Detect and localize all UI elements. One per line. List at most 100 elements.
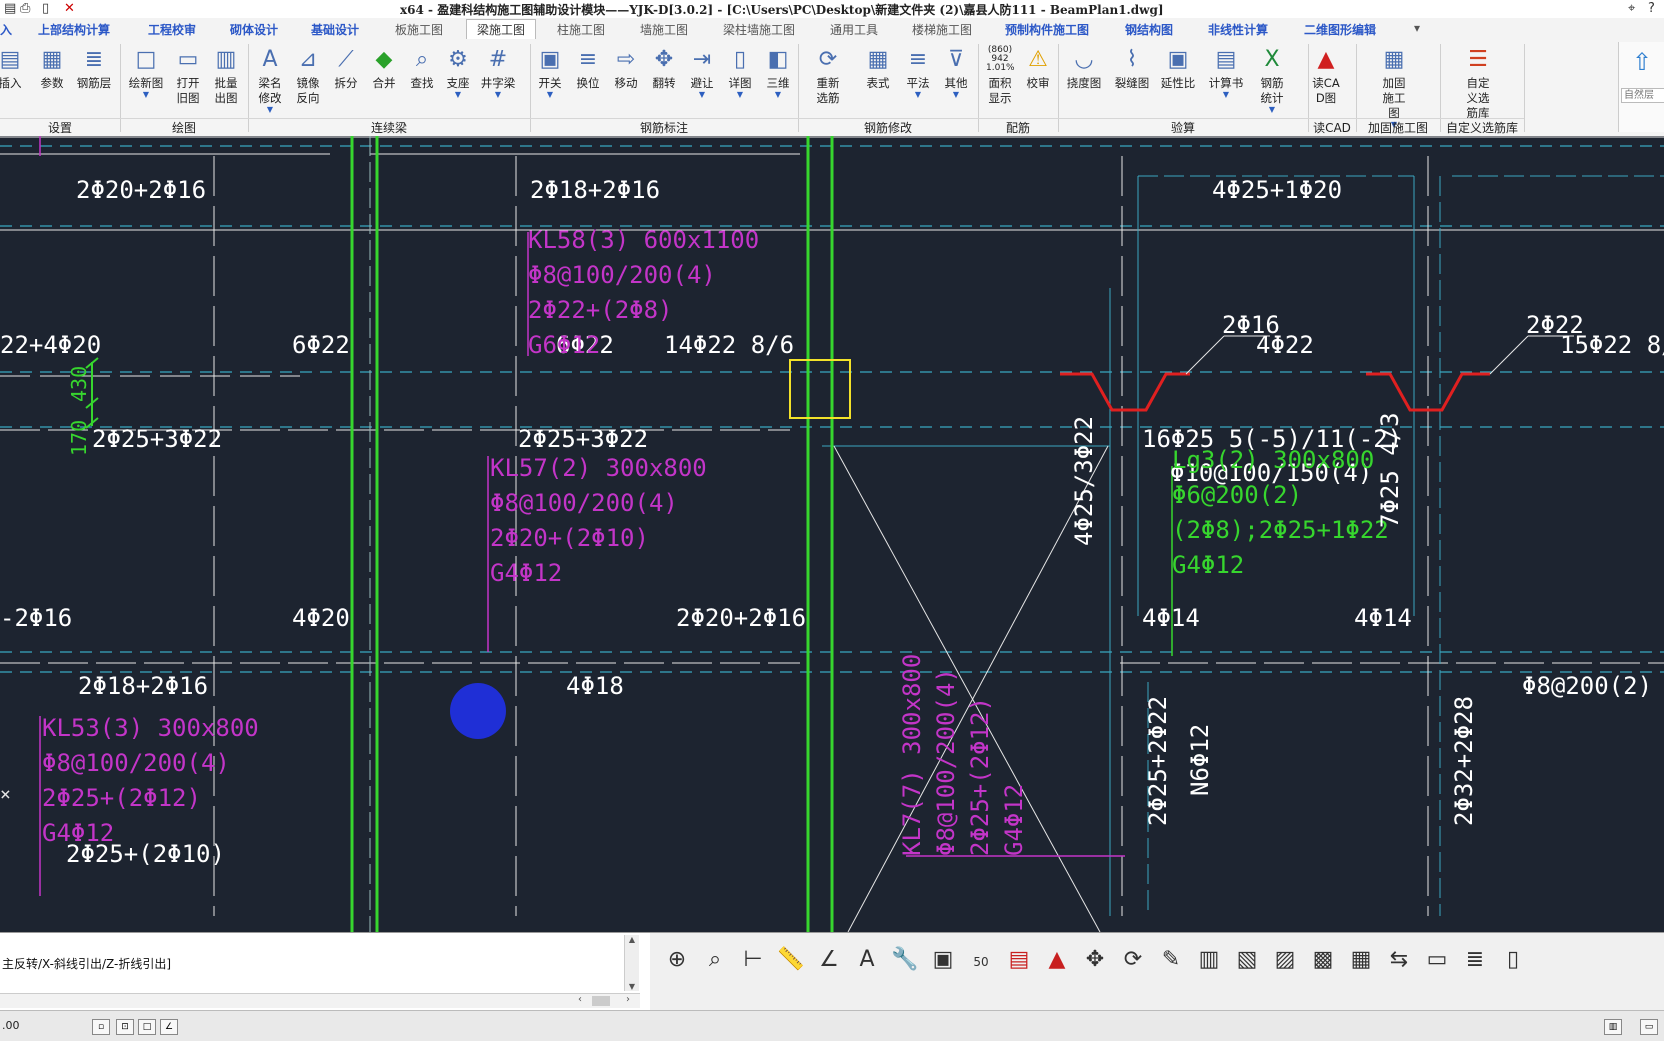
fullscreen-icon[interactable]: ▭: [1640, 1019, 1658, 1035]
layer-transfer-icon[interactable]: ▨: [1270, 945, 1300, 975]
layout-icon[interactable]: ▥: [1604, 1019, 1622, 1035]
dropdown-arrow-icon[interactable]: ▼: [124, 91, 168, 99]
tab-15[interactable]: 二维图形编辑: [1304, 21, 1376, 38]
tab-2[interactable]: 工程校审: [148, 21, 196, 38]
tab-overflow-icon[interactable]: ▾: [1414, 21, 1420, 35]
ribbon-button-support[interactable]: ⚙ 支座 ▼: [436, 46, 480, 99]
table-edit-icon[interactable]: ▦: [1346, 945, 1376, 975]
home-icon[interactable]: ⇧: [1619, 48, 1664, 76]
tab-13[interactable]: 钢结构图: [1125, 21, 1173, 38]
break-symbols: [1060, 372, 1490, 412]
layer-swap-icon[interactable]: ▩: [1308, 945, 1338, 975]
ribbon-button-other[interactable]: ⊽ 其他 ▼: [934, 46, 978, 99]
tab-7[interactable]: 柱施工图: [557, 21, 605, 38]
tab-8[interactable]: 墙施工图: [640, 21, 688, 38]
document-icon[interactable]: ▯: [1498, 945, 1528, 975]
ribbon-button-calc-book[interactable]: ▤ 计算书 ▼: [1204, 46, 1248, 99]
copy-layer-icon[interactable]: ▥: [1194, 945, 1224, 975]
beam-plan-drawing[interactable]: × 2Φ20+2Φ16 2Φ18+2Φ16 4Φ25+1Φ20 22+4Φ20 6Φ22…: [0, 136, 1664, 932]
brush-icon[interactable]: ✎: [1156, 945, 1186, 975]
help-icon[interactable]: ?: [1648, 1, 1655, 16]
scroll-thumb[interactable]: [592, 996, 610, 1006]
tab-6[interactable]: 梁施工图: [466, 19, 537, 39]
ribbon-button-three-d[interactable]: ◧ 三维 ▼: [756, 46, 800, 99]
tab-1[interactable]: 上部结构计算: [38, 21, 110, 38]
zoom-window-icon[interactable]: ⊕: [662, 945, 692, 975]
ortho-toggle-icon[interactable]: □: [138, 1019, 156, 1035]
polar-toggle-icon[interactable]: ∠: [160, 1019, 178, 1035]
ribbon-button-custom-rebar-lib[interactable]: ☰ 自定义选筋库: [1456, 46, 1500, 121]
ribbon-button-ductility[interactable]: ▣ 延性比: [1156, 46, 1200, 91]
dropdown-arrow-icon[interactable]: ▼: [436, 91, 480, 99]
ribbon-button-deflection[interactable]: ◡ 挠度图: [1062, 46, 1106, 91]
dropdown-arrow-icon[interactable]: ▼: [528, 91, 572, 99]
ribbon-button-reinforce-drawing[interactable]: ▦ 加固施工图 ▼: [1372, 46, 1416, 129]
close-file-icon[interactable]: ✕: [64, 1, 75, 16]
angle-measure-icon[interactable]: ∠: [814, 945, 844, 975]
beam-spec-text: 2Φ22+(2Φ8): [528, 296, 673, 324]
ribbon-button-review-warning[interactable]: ⚠ 校审: [1016, 46, 1060, 91]
tab-14[interactable]: 非线性计算: [1208, 21, 1268, 38]
scroll-right-icon[interactable]: ›: [626, 994, 630, 1005]
wrench-icon[interactable]: 🔧: [890, 945, 920, 975]
ribbon-button-read-cad[interactable]: ▲ 读CAD图: [1304, 46, 1348, 106]
rotate-icon[interactable]: ⟳: [1118, 945, 1148, 975]
dropdown-arrow-icon[interactable]: ▼: [934, 91, 978, 99]
leader-lines: [1185, 335, 1574, 375]
ribbon-button-grid-beam[interactable]: # 井字梁 ▼: [476, 46, 520, 99]
dropdown-arrow-icon[interactable]: ▼: [1204, 91, 1248, 99]
tab-10[interactable]: 通用工具: [830, 21, 878, 38]
new-file-icon[interactable]: ▯: [42, 1, 49, 16]
ribbon-button-crack[interactable]: ⌇ 裂缝图: [1110, 46, 1154, 91]
pdf-icon[interactable]: ▤: [1004, 945, 1034, 975]
tab-11[interactable]: 楼梯施工图: [912, 21, 972, 38]
ribbon-button-rebar-stats-excel[interactable]: X 钢筋统计 ▼: [1250, 46, 1294, 114]
command-line-vscrollbar[interactable]: ▲ ▼: [624, 935, 639, 991]
ribbon-button-new-drawing[interactable]: □ 绘新图 ▼: [124, 46, 168, 99]
measure-distance-icon[interactable]: ⊢: [738, 945, 768, 975]
tab-5[interactable]: 板施工图: [395, 21, 443, 38]
ribbon-button-parameter[interactable]: ▦ 参数: [30, 46, 74, 91]
scroll-down-icon[interactable]: ▼: [625, 982, 639, 991]
window-stack-icon[interactable]: ▭: [1422, 945, 1452, 975]
pdf-red-icon[interactable]: ▲: [1042, 945, 1072, 975]
tab-12[interactable]: 预制构件施工图: [1005, 21, 1089, 38]
zoom-extents-icon[interactable]: ⌕: [700, 945, 730, 975]
scroll-left-icon[interactable]: ‹: [578, 994, 582, 1005]
dropdown-arrow-icon[interactable]: ▼: [756, 91, 800, 99]
rebar-annotation: 14Φ22 8/6: [664, 331, 794, 359]
snap-toggle-icon[interactable]: ▫: [92, 1019, 110, 1035]
tab-4[interactable]: 基础设计: [311, 21, 359, 38]
ribbon-button-insert[interactable]: ▤ 插入: [0, 46, 32, 91]
drawing-canvas[interactable]: × 2Φ20+2Φ16 2Φ18+2Φ16 4Φ25+1Φ20 22+4Φ20 6Φ22…: [0, 136, 1664, 932]
scroll-up-icon[interactable]: ▲: [625, 935, 639, 944]
camera-icon[interactable]: ▣: [928, 945, 958, 975]
vertical-beam-spec-text: G4Φ12: [1000, 784, 1028, 856]
print-icon[interactable]: ⎙: [20, 1, 30, 16]
ribbon-button-reselect-rebar[interactable]: ⟳ 重新选筋: [806, 46, 850, 106]
pan-move-icon[interactable]: ✥: [1080, 945, 1110, 975]
layer-sync-icon[interactable]: ⇆: [1384, 945, 1414, 975]
layer-copy-icon[interactable]: ▧: [1232, 945, 1262, 975]
quick-access-menu-icon[interactable]: ▤: [4, 1, 16, 16]
text-style-icon[interactable]: A: [852, 945, 882, 975]
ribbon-button-table[interactable]: ▦ 表式: [856, 46, 900, 91]
layer-manager-icon[interactable]: ≣: [1460, 945, 1490, 975]
tab-3[interactable]: 砌体设计: [230, 21, 278, 38]
grid-toggle-icon[interactable]: ⊡: [116, 1019, 134, 1035]
tab-9[interactable]: 梁柱墙施工图: [723, 21, 795, 38]
ribbon-button-batch-output[interactable]: ▥ 批量出图: [204, 46, 248, 106]
dropdown-arrow-icon[interactable]: ▼: [1250, 106, 1294, 114]
scale-icon[interactable]: 50: [966, 945, 996, 975]
ribbon-group-label: 配筋: [978, 118, 1058, 135]
tab-0[interactable]: 入: [0, 21, 12, 38]
pin-icon[interactable]: ⌖: [1628, 1, 1635, 16]
ribbon-button-rebar-layer[interactable]: ≣ 钢筋层: [72, 46, 116, 91]
dropdown-arrow-icon[interactable]: ▼: [476, 91, 520, 99]
floor-input[interactable]: [1621, 88, 1664, 103]
ribbon-button-label: 校审: [1026, 76, 1050, 90]
command-line-hscrollbar[interactable]: ‹ ›: [0, 993, 640, 1008]
ruler-icon[interactable]: 📏: [776, 945, 806, 975]
beam-rename-icon: A: [262, 47, 278, 72]
dropdown-arrow-icon[interactable]: ▼: [248, 106, 292, 114]
